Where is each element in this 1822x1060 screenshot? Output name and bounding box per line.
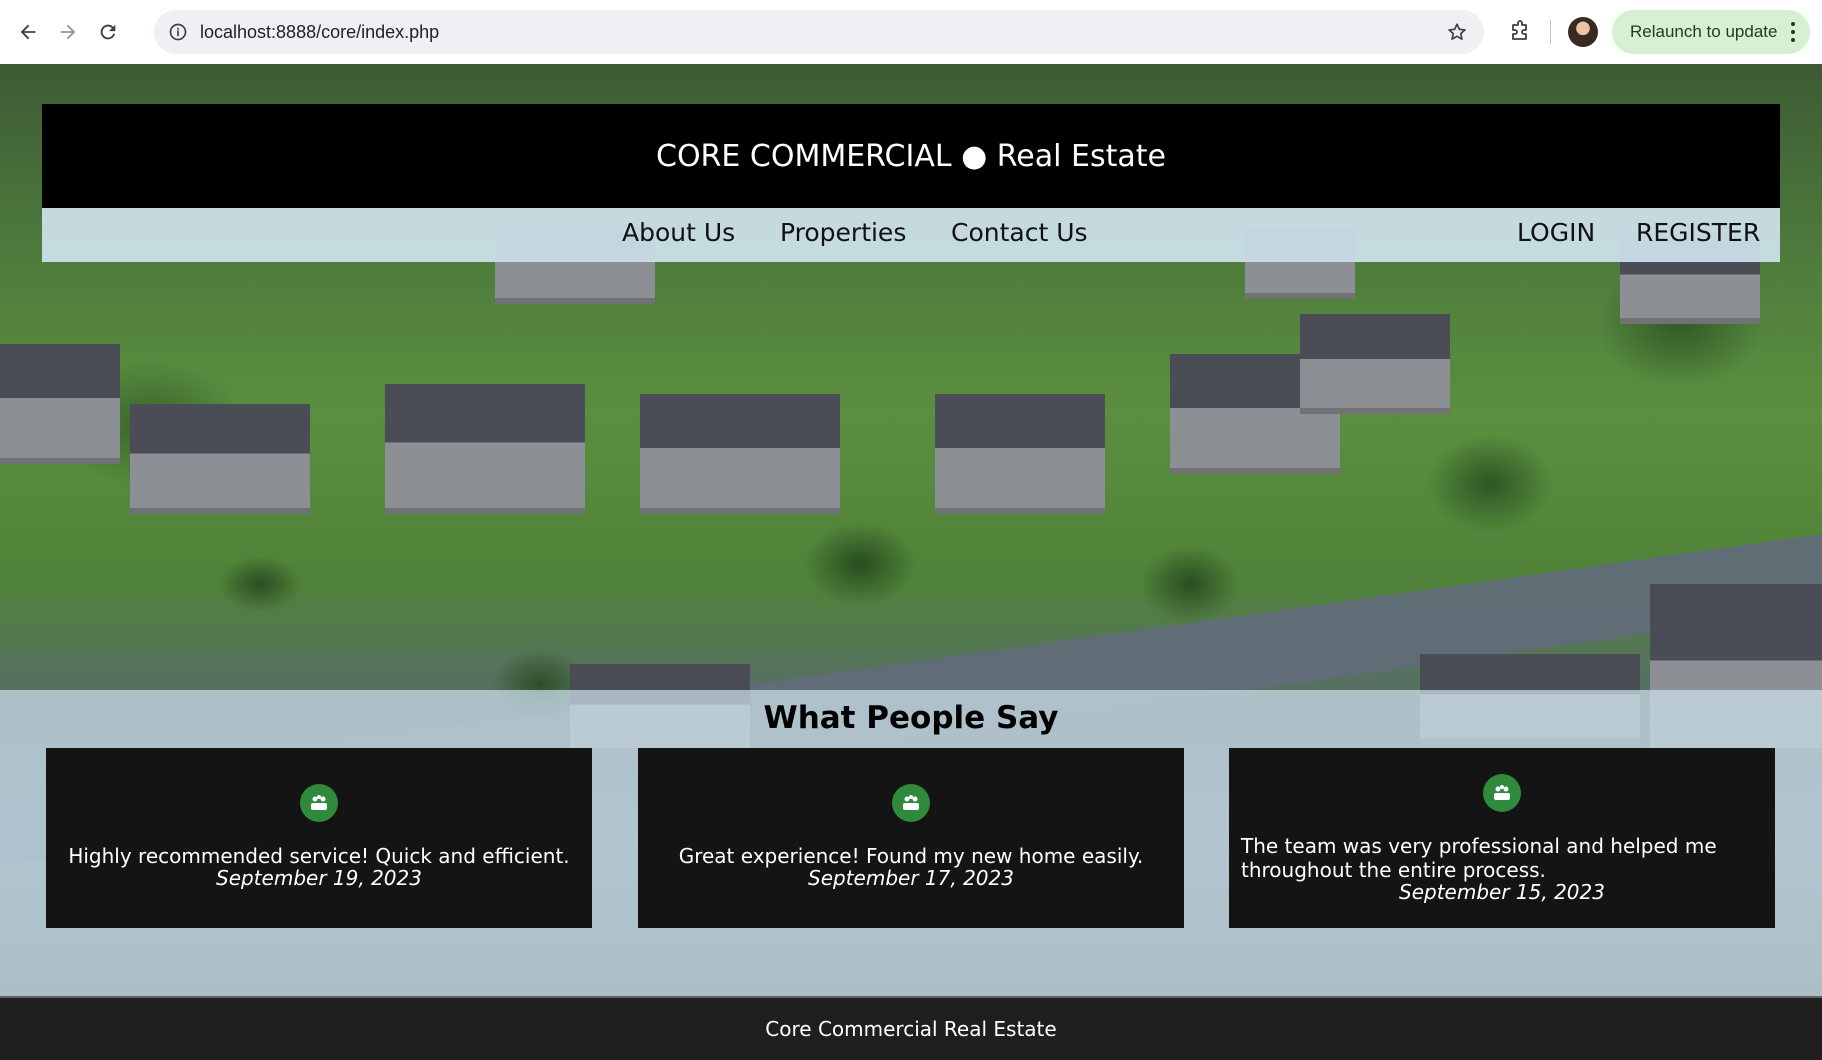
footer-text: Core Commercial Real Estate [765, 1017, 1057, 1041]
nav-about-us[interactable]: About Us [622, 218, 735, 247]
more-menu-icon[interactable] [1790, 20, 1796, 44]
info-icon [169, 23, 187, 41]
site-title[interactable]: CORE COMMERCIAL ● Real Estate [656, 139, 1166, 174]
site-footer: Core Commercial Real Estate [0, 998, 1822, 1060]
star-icon [1448, 23, 1466, 40]
forward-button[interactable] [48, 12, 88, 52]
testimonial-card: Great experience! Found my new home easi… [638, 748, 1184, 928]
relaunch-button[interactable]: Relaunch to update [1612, 10, 1810, 54]
site-header: CORE COMMERCIAL ● Real Estate [42, 104, 1780, 208]
testimonial-quote: Highly recommended service! Quick and ef… [68, 844, 570, 868]
address-bar[interactable]: localhost:8888/core/index.php [154, 10, 1484, 54]
nav-contact-us[interactable]: Contact Us [951, 218, 1088, 247]
testimonial-date: September 17, 2023 [808, 866, 1014, 890]
users-group-icon [892, 784, 930, 822]
reload-button[interactable] [88, 12, 128, 52]
register-link[interactable]: REGISTER [1636, 218, 1760, 247]
testimonials-heading: What People Say [763, 700, 1059, 736]
forward-arrow-icon [60, 24, 76, 40]
testimonial-quote: The team was very professional and helpe… [1241, 834, 1717, 882]
testimonial-card: Highly recommended service! Quick and ef… [46, 748, 592, 928]
toolbar-divider [1550, 20, 1551, 44]
bookmark-button[interactable] [1444, 19, 1470, 45]
main-nav: About Us Properties Contact Us LOGIN REG… [42, 208, 1780, 262]
nav-properties[interactable]: Properties [780, 218, 906, 247]
reload-icon [100, 24, 116, 40]
relaunch-label: Relaunch to update [1630, 22, 1778, 41]
testimonial-quote: Great experience! Found my new home easi… [678, 844, 1144, 868]
puzzle-icon [1512, 20, 1527, 40]
login-link[interactable]: LOGIN [1517, 218, 1595, 247]
testimonial-date: September 15, 2023 [1399, 880, 1605, 904]
extensions-button[interactable] [1500, 12, 1540, 52]
browser-toolbar: localhost:8888/core/index.php Relaunch t… [0, 0, 1822, 64]
site-info-button[interactable] [164, 18, 192, 46]
testimonial-card: The team was very professional and helpe… [1229, 748, 1775, 928]
testimonial-date: September 19, 2023 [216, 866, 422, 890]
url-text[interactable]: localhost:8888/core/index.php [200, 22, 439, 43]
back-arrow-icon [20, 24, 36, 40]
profile-avatar[interactable] [1568, 17, 1598, 47]
back-button[interactable] [8, 12, 48, 52]
users-group-icon [1483, 774, 1521, 812]
users-group-icon [300, 784, 338, 822]
